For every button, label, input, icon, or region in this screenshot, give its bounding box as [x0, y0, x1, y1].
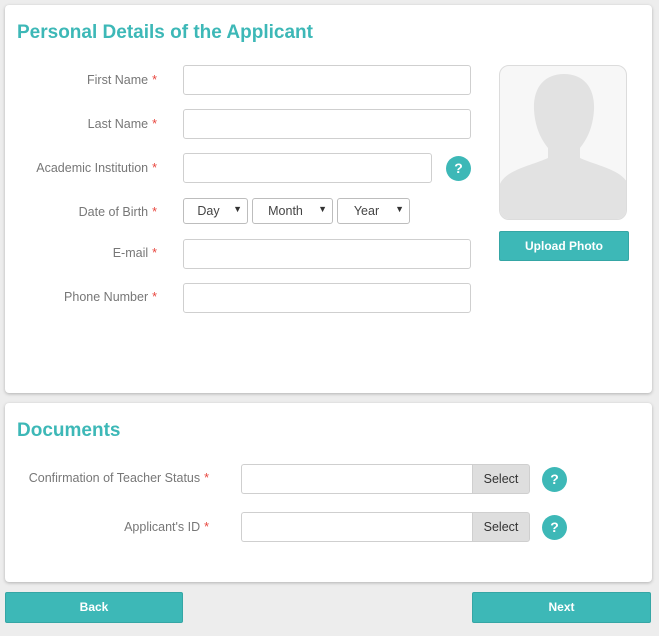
teacher-status-label: Confirmation of Teacher Status *	[28, 471, 209, 485]
required-marker: *	[152, 73, 157, 87]
dob-month-select[interactable]: Month ▼	[252, 198, 333, 224]
first-name-input[interactable]	[184, 66, 470, 94]
photo-placeholder	[499, 65, 627, 220]
teacher-status-file-input: Select	[241, 464, 530, 494]
caret-down-icon: ▼	[318, 204, 327, 214]
applicant-id-filename-field[interactable]	[241, 512, 473, 542]
email-field[interactable]	[183, 239, 471, 269]
last-name-input[interactable]	[184, 110, 470, 138]
applicant-id-help-icon[interactable]: ?	[542, 515, 567, 540]
documents-title: Documents	[17, 420, 121, 441]
required-marker: *	[152, 205, 157, 219]
first-name-field[interactable]	[183, 65, 471, 95]
dob-month-value: Month	[268, 204, 303, 218]
dob-day-value: Day	[197, 204, 220, 218]
dob-year-value: Year	[353, 204, 380, 218]
date-of-birth-label: Date of Birth *	[78, 205, 157, 219]
academic-institution-input[interactable]	[184, 154, 431, 182]
upload-photo-button[interactable]: Upload Photo	[499, 231, 629, 261]
required-marker: *	[152, 290, 157, 304]
teacher-status-help-icon[interactable]: ?	[542, 467, 567, 492]
phone-number-label: Phone Number *	[64, 290, 157, 304]
personal-details-title: Personal Details of the Applicant	[17, 22, 313, 43]
phone-number-input[interactable]	[184, 284, 470, 312]
phone-number-field[interactable]	[183, 283, 471, 313]
required-marker: *	[204, 471, 209, 485]
required-marker: *	[204, 520, 209, 534]
applicant-id-label: Applicant's ID *	[124, 520, 209, 534]
email-label: E-mail *	[112, 246, 157, 260]
academic-institution-label: Academic Institution *	[36, 161, 157, 175]
dob-day-select[interactable]: Day ▼	[183, 198, 248, 224]
last-name-label: Last Name *	[87, 117, 157, 131]
last-name-field[interactable]	[183, 109, 471, 139]
caret-down-icon: ▼	[395, 204, 404, 214]
required-marker: *	[152, 246, 157, 260]
next-button[interactable]: Next	[472, 592, 651, 623]
person-silhouette-icon	[500, 74, 626, 219]
back-button[interactable]: Back	[5, 592, 183, 623]
email-input[interactable]	[184, 240, 470, 268]
applicant-id-select-button[interactable]: Select	[472, 512, 530, 542]
teacher-status-filename-field[interactable]	[241, 464, 473, 494]
caret-down-icon: ▼	[233, 204, 242, 214]
first-name-label: First Name *	[87, 73, 157, 87]
academic-institution-help-icon[interactable]: ?	[446, 156, 471, 181]
documents-card: Documents Confirmation of Teacher Status…	[5, 403, 652, 582]
required-marker: *	[152, 161, 157, 175]
personal-details-card: Personal Details of the Applicant First …	[5, 5, 652, 393]
applicant-id-file-input: Select	[241, 512, 530, 542]
dob-year-select[interactable]: Year ▼	[337, 198, 410, 224]
teacher-status-select-button[interactable]: Select	[472, 464, 530, 494]
required-marker: *	[152, 117, 157, 131]
academic-institution-field[interactable]	[183, 153, 432, 183]
